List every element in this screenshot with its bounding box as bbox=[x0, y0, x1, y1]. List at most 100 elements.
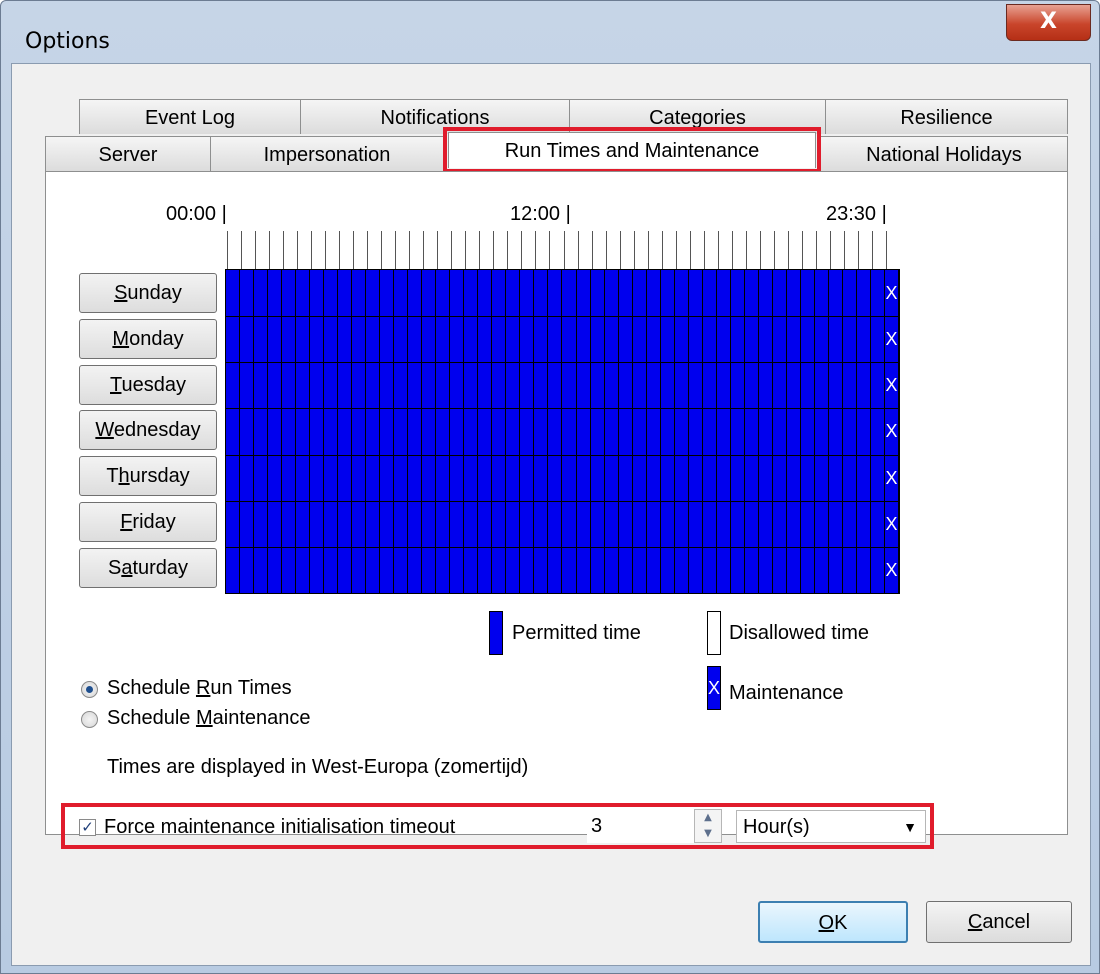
grid-column[interactable] bbox=[829, 270, 843, 593]
maintenance-slot-marker[interactable]: X bbox=[885, 547, 898, 593]
grid-column[interactable] bbox=[605, 270, 619, 593]
grid-column[interactable] bbox=[871, 270, 885, 593]
grid-column[interactable] bbox=[633, 270, 647, 593]
day-button[interactable]: Saturday bbox=[79, 547, 217, 588]
grid-column[interactable] bbox=[675, 270, 689, 593]
tab-server[interactable]: Server bbox=[45, 136, 211, 171]
grid-column[interactable] bbox=[689, 270, 703, 593]
grid-column[interactable] bbox=[450, 270, 465, 593]
force-timeout-label[interactable]: Force maintenance initialisation timeout bbox=[104, 816, 455, 839]
grid-column[interactable] bbox=[324, 270, 339, 593]
grid-row-divider bbox=[226, 316, 899, 318]
timeout-unit-value: Hour(s) bbox=[743, 816, 810, 838]
day-button[interactable]: Sunday bbox=[79, 273, 217, 313]
legend-disallowed: Disallowed time bbox=[729, 622, 870, 644]
grid-column[interactable] bbox=[520, 270, 535, 593]
grid-column[interactable] bbox=[338, 270, 353, 593]
window-title: Options bbox=[25, 29, 110, 54]
grid-column[interactable] bbox=[282, 270, 297, 593]
grid-column[interactable] bbox=[254, 270, 269, 593]
schedule-run-times-label[interactable]: Schedule Run Times bbox=[107, 677, 292, 700]
day-button[interactable]: Friday bbox=[79, 502, 217, 542]
grid-column[interactable] bbox=[394, 270, 409, 593]
schedule-grid[interactable]: XXXXXXX bbox=[225, 269, 900, 594]
title-bar[interactable]: Options X bbox=[1, 1, 1100, 71]
cancel-button[interactable]: Cancel bbox=[926, 901, 1072, 943]
grid-column[interactable] bbox=[801, 270, 815, 593]
grid-column[interactable] bbox=[745, 270, 759, 593]
grid-column[interactable] bbox=[843, 270, 857, 593]
grid-column[interactable] bbox=[408, 270, 423, 593]
maintenance-swatch: X bbox=[707, 666, 721, 710]
timeout-spinner[interactable]: ▲ ▼ bbox=[694, 809, 722, 843]
grid-column[interactable] bbox=[619, 270, 633, 593]
grid-column[interactable] bbox=[759, 270, 773, 593]
grid-column[interactable] bbox=[773, 270, 787, 593]
force-timeout-checkbox[interactable]: ✓ bbox=[79, 819, 96, 836]
label-part: un Times bbox=[210, 677, 292, 699]
time-ruler bbox=[227, 231, 887, 269]
grid-column[interactable] bbox=[380, 270, 395, 593]
day-label-part: S bbox=[107, 556, 122, 579]
grid-column[interactable] bbox=[310, 270, 325, 593]
day-access-key: a bbox=[121, 556, 133, 579]
grid-column[interactable] bbox=[506, 270, 521, 593]
tab-event-log[interactable]: Event Log bbox=[79, 99, 301, 134]
grid-column[interactable] bbox=[787, 270, 801, 593]
button-access-key: C bbox=[967, 911, 983, 933]
label-part: aintenance bbox=[212, 707, 311, 729]
grid-column[interactable] bbox=[366, 270, 381, 593]
tab-national-holidays[interactable]: National Holidays bbox=[820, 136, 1068, 171]
close-button[interactable]: X bbox=[1006, 4, 1091, 41]
ok-button[interactable]: OK bbox=[758, 901, 908, 943]
grid-column[interactable] bbox=[548, 270, 563, 593]
grid-column[interactable] bbox=[717, 270, 731, 593]
tab-resilience[interactable]: Resilience bbox=[825, 99, 1068, 134]
schedule-maintenance-radio[interactable] bbox=[81, 711, 98, 728]
grid-column[interactable] bbox=[492, 270, 507, 593]
grid-column[interactable] bbox=[464, 270, 479, 593]
day-label-part: T bbox=[106, 465, 119, 488]
time-label-middle: 12:00 | bbox=[510, 203, 571, 225]
schedule-maintenance-label[interactable]: Schedule Maintenance bbox=[107, 707, 311, 730]
grid-column[interactable] bbox=[857, 270, 871, 593]
maintenance-slot-marker[interactable]: X bbox=[885, 501, 898, 547]
grid-column[interactable] bbox=[731, 270, 745, 593]
grid-column[interactable] bbox=[563, 270, 577, 593]
grid-column[interactable] bbox=[534, 270, 549, 593]
button-access-key: O bbox=[818, 912, 835, 934]
day-button[interactable]: Monday bbox=[79, 318, 217, 359]
grid-column[interactable] bbox=[577, 270, 591, 593]
grid-column[interactable] bbox=[296, 270, 311, 593]
label-access-key: R bbox=[195, 677, 211, 699]
grid-column[interactable] bbox=[240, 270, 255, 593]
grid-column[interactable] bbox=[661, 270, 675, 593]
maintenance-slot-marker[interactable]: X bbox=[885, 362, 898, 408]
maintenance-slot-marker[interactable]: X bbox=[885, 455, 898, 501]
grid-column[interactable] bbox=[815, 270, 829, 593]
maintenance-slot-marker[interactable]: X bbox=[885, 408, 898, 454]
label-part: Schedule bbox=[107, 707, 196, 729]
grid-column[interactable] bbox=[703, 270, 717, 593]
grid-column[interactable] bbox=[352, 270, 367, 593]
day-button[interactable]: Wednesday bbox=[79, 410, 217, 451]
spinner-down-icon[interactable]: ▼ bbox=[695, 826, 721, 842]
grid-column[interactable] bbox=[268, 270, 283, 593]
grid-column[interactable] bbox=[226, 270, 241, 593]
grid-column[interactable] bbox=[478, 270, 493, 593]
grid-column[interactable] bbox=[422, 270, 437, 593]
tab-impersonation[interactable]: Impersonation bbox=[210, 136, 444, 171]
day-button[interactable]: Tuesday bbox=[79, 364, 217, 405]
maintenance-slot-marker[interactable]: X bbox=[885, 316, 898, 362]
grid-column[interactable] bbox=[647, 270, 661, 593]
spinner-up-icon[interactable]: ▲ bbox=[695, 810, 721, 826]
grid-row-divider bbox=[226, 454, 899, 456]
timeout-unit-select[interactable]: Hour(s) ▼ bbox=[736, 810, 926, 843]
grid-column[interactable] bbox=[436, 270, 451, 593]
timeout-value-input[interactable]: 3 bbox=[587, 809, 695, 843]
maintenance-slot-marker[interactable]: X bbox=[885, 270, 898, 316]
schedule-run-times-radio[interactable] bbox=[81, 681, 98, 698]
button-label-part: K bbox=[834, 912, 848, 934]
grid-column[interactable] bbox=[591, 270, 605, 593]
day-button[interactable]: Thursday bbox=[79, 456, 217, 497]
